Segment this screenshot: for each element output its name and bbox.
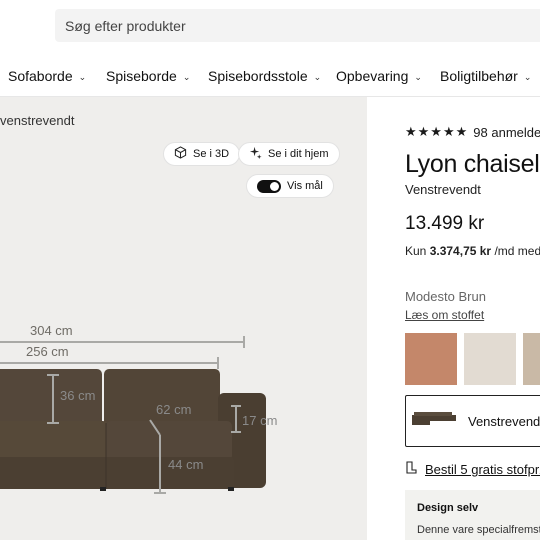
main-nav: Sofaborde ⌄ Spiseborde ⌄ Spisebordsstole… [0, 62, 540, 90]
product-panel: ★★★★★ 98 anmeldelser Lyon chaiselong Ven… [367, 97, 540, 540]
total-length-label: 304 cm [30, 323, 73, 338]
installment-amount: 3.374,75 kr [429, 244, 492, 258]
nav-item-label: Spisebordsstole [208, 68, 308, 84]
nav-item-boligtilbehor[interactable]: Boligtilbehør ⌄ [440, 68, 531, 84]
search-input[interactable]: Søg efter produkter [55, 9, 540, 42]
color-swatch[interactable] [405, 333, 457, 385]
seat-cushion-left [0, 421, 108, 461]
sofa-foot [100, 487, 106, 491]
chevron-down-icon: ⌄ [414, 71, 422, 82]
orientation-option[interactable]: Venstrevendt [405, 395, 540, 447]
nav-item-opbevaring[interactable]: Opbevaring ⌄ [336, 68, 422, 84]
order-samples-link[interactable]: Bestil 5 gratis stofprøver [405, 461, 540, 477]
nav-item-label: Opbevaring [336, 68, 409, 84]
installment-suffix: /md med [494, 244, 540, 258]
design-yourself-box: Design selv Denne vare specialfremstille… [405, 490, 540, 540]
fabric-sample-icon [405, 461, 417, 477]
color-swatch[interactable] [523, 333, 540, 385]
chevron-down-icon: ⌄ [78, 71, 87, 82]
seat-depth-label: 62 cm [156, 402, 192, 417]
star-icons: ★★★★★ [405, 124, 469, 139]
chevron-down-icon: ⌄ [182, 71, 191, 82]
nav-item-spisebordsstole[interactable]: Spisebordsstole ⌄ [208, 68, 321, 84]
nav-item-spiseborde[interactable]: Spiseborde ⌄ [106, 68, 190, 84]
product-variant: Venstrevendt [405, 182, 481, 197]
armrest-height-label: 17 cm [242, 413, 278, 428]
nav-item-sofaborde[interactable]: Sofaborde ⌄ [8, 68, 86, 84]
back-height-label: 36 cm [60, 388, 96, 403]
nav-item-label: Boligtilbehør [440, 68, 518, 84]
orientation-label: Venstrevendt [468, 413, 540, 429]
seat-cushion-right [106, 421, 232, 461]
fabric-info-link[interactable]: Læs om stoffet [405, 308, 484, 322]
design-text: Denne vare specialfremstilles [417, 524, 540, 536]
installment-prefix: Kun [405, 244, 427, 258]
selected-color-name: Modesto Brun [405, 289, 486, 304]
product-price: 13.499 kr [405, 213, 485, 234]
product-gallery[interactable]: venstrevendt Se i 3D Se i dit hjem Vis m… [0, 97, 367, 540]
rating[interactable]: ★★★★★ 98 anmeldelser [405, 124, 540, 140]
sofa-foot [228, 487, 234, 491]
chaise-sofa-icon [412, 411, 456, 432]
review-count: 98 anmeldelser [473, 124, 540, 140]
seat-height-label: 44 cm [168, 457, 204, 472]
installment-info: Kun 3.374,75 kr /md med [405, 244, 540, 258]
seat-length-label: 256 cm [26, 344, 69, 359]
nav-item-label: Sofaborde [8, 68, 73, 84]
chevron-down-icon: ⌄ [523, 71, 532, 82]
color-swatch[interactable] [464, 333, 516, 385]
sofa-image [0, 336, 266, 494]
chevron-down-icon: ⌄ [313, 71, 322, 82]
order-samples-label: Bestil 5 gratis stofprøver [425, 461, 540, 477]
product-title: Lyon chaiselong [405, 150, 540, 178]
nav-item-label: Spiseborde [106, 68, 177, 84]
back-cushion-right [104, 369, 220, 427]
design-title: Design selv [417, 502, 479, 514]
